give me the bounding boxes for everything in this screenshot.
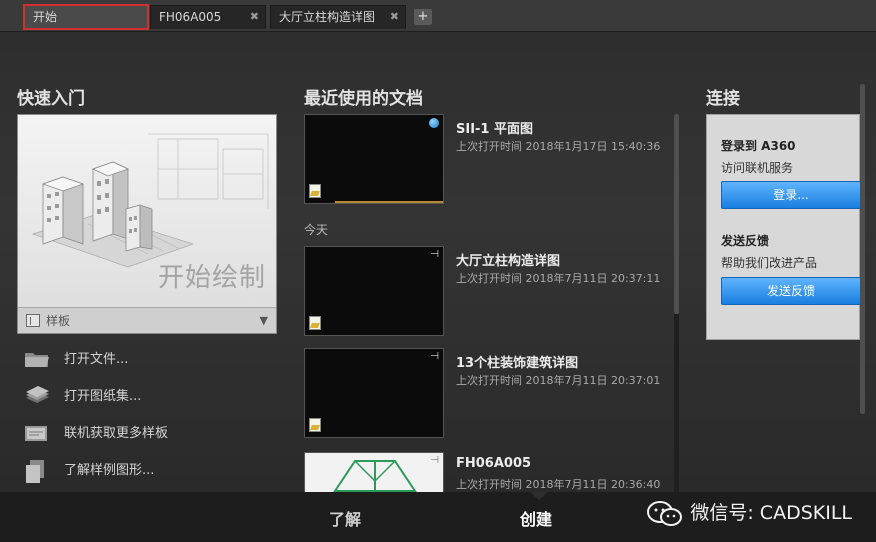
document-opened-time: 上次打开时间 2018年7月11日 20:37:11: [456, 272, 661, 285]
send-feedback-button[interactable]: 发送反馈: [721, 277, 861, 305]
drawing-illustration-icon: [31, 133, 269, 268]
dwg-file-icon: [309, 184, 321, 198]
start-drawing-card[interactable]: 开始绘制 样板 ▼: [17, 114, 277, 334]
recent-documents-title: 最近使用的文档: [304, 89, 423, 109]
template-label: 样板: [46, 314, 71, 328]
wechat-icon: [647, 501, 683, 526]
feedback-title: 发送反馈: [721, 234, 770, 248]
document-title[interactable]: FH06A005: [456, 456, 531, 471]
document-thumbnail[interactable]: ⊣: [304, 348, 444, 438]
document-thumbnail[interactable]: ⊣: [304, 246, 444, 336]
dwg-file-icon: [309, 418, 321, 432]
document-title[interactable]: SII-1 平面图: [456, 118, 533, 137]
dwg-file-icon: [309, 316, 321, 330]
start-page: 快速入门 开始绘制 样板 ▼ 打开文件... 打开图纸集... 联机获取更多样板…: [0, 32, 876, 542]
tab-hall-column-detail[interactable]: 大厅立柱构造详图 ✖: [270, 5, 406, 29]
template-icon: [26, 314, 40, 327]
document-tab-bar: 开始 FH06A005 ✖ 大厅立柱构造详图 ✖ +: [0, 0, 876, 32]
open-file-label: 打开文件...: [64, 352, 129, 367]
octagon-drawing-icon: [333, 460, 417, 492]
recent-document-item[interactable]: SII-1 平面图 上次打开时间 2018年1月17日 15:40:36: [304, 114, 664, 206]
close-icon[interactable]: ✖: [250, 6, 259, 28]
watermark-text: 微信号: CADSKILL: [690, 502, 852, 524]
chevron-down-icon[interactable]: ▼: [260, 308, 268, 334]
get-more-templates-link[interactable]: 联机获取更多样板: [24, 422, 168, 446]
document-opened-time: 上次打开时间 2018年7月11日 20:36:40: [456, 478, 661, 491]
pin-icon[interactable]: ⊣: [430, 249, 439, 260]
document-opened-time: 上次打开时间 2018年1月17日 15:40:36: [456, 140, 661, 153]
feedback-subtitle: 帮助我们改进产品: [721, 256, 818, 270]
get-more-templates-label: 联机获取更多样板: [64, 426, 169, 441]
today-group-label: 今天: [304, 223, 329, 237]
document-title[interactable]: 13个柱装饰建筑详图: [456, 352, 578, 371]
open-sheet-set-label: 打开图纸集...: [64, 389, 142, 404]
tab-create[interactable]: 创建: [520, 506, 552, 530]
sheet-set-icon: [26, 386, 49, 403]
template-dropdown[interactable]: 样板 ▼: [18, 307, 276, 333]
tab-learn[interactable]: 了解: [329, 506, 361, 530]
start-drawing-label: 开始绘制: [157, 263, 266, 293]
close-icon[interactable]: ✖: [390, 6, 399, 28]
thumbnail-highlight: [335, 201, 443, 203]
tab-label: 开始: [33, 10, 58, 24]
document-opened-time: 上次打开时间 2018年7月11日 20:37:01: [456, 374, 661, 387]
new-tab-button[interactable]: +: [414, 9, 432, 25]
tab-fh06a005[interactable]: FH06A005 ✖: [150, 5, 266, 29]
wechat-watermark: 微信号: CADSKILL: [646, 498, 852, 528]
cloud-globe-icon: [429, 118, 439, 128]
document-thumbnail[interactable]: [304, 114, 444, 204]
tab-start[interactable]: 开始: [23, 4, 149, 30]
recent-document-item[interactable]: ⊣ 大厅立柱构造详图 上次打开时间 2018年7月11日 20:37:11: [304, 246, 664, 338]
tab-label: 大厅立柱构造详图: [279, 10, 376, 24]
open-file-link[interactable]: 打开文件...: [24, 348, 128, 372]
login-button[interactable]: 登录...: [721, 181, 861, 209]
connect-panel: 登录到 A360 访问联机服务 登录... 发送反馈 帮助我们改进产品 发送反馈: [706, 114, 861, 340]
open-sheet-set-link[interactable]: 打开图纸集...: [24, 385, 141, 409]
bottom-navigation: 了解 创建 微信号: CADSKILL: [0, 492, 876, 542]
recent-documents-scrollbar[interactable]: [674, 114, 679, 494]
tab-label: FH06A005: [159, 10, 222, 24]
sample-drawings-icon: [26, 460, 44, 483]
active-tab-caret: [530, 492, 548, 500]
quick-start-title: 快速入门: [17, 89, 85, 109]
sample-drawings-label: 了解样例图形...: [64, 463, 155, 478]
a360-title: 登录到 A360: [721, 139, 796, 153]
pin-icon[interactable]: ⊣: [430, 351, 439, 362]
folder-icon: [25, 353, 49, 367]
sample-drawings-link[interactable]: 了解样例图形...: [24, 459, 154, 483]
online-templates-icon: [25, 426, 47, 441]
a360-subtitle: 访问联机服务: [721, 161, 794, 175]
pin-icon[interactable]: ⊣: [430, 455, 439, 466]
connect-scrollbar[interactable]: [860, 84, 865, 414]
document-title[interactable]: 大厅立柱构造详图: [456, 250, 560, 269]
recent-document-item[interactable]: ⊣ 13个柱装饰建筑详图 上次打开时间 2018年7月11日 20:37:01: [304, 348, 664, 440]
scrollbar-thumb[interactable]: [674, 114, 679, 314]
connect-title: 连接: [706, 89, 740, 109]
